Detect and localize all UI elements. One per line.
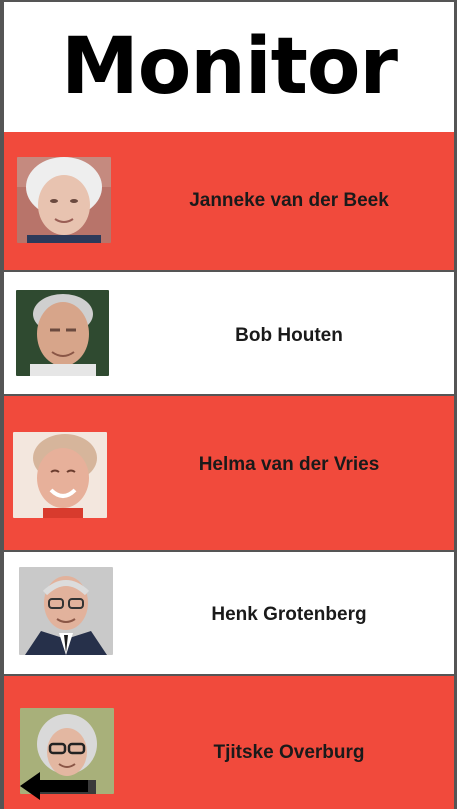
person-name: Tjitske Overburg [213,742,365,763]
monitor-screen: Monitor Janneke van der Beek Bob Houten … [0,0,457,809]
person-row-henk[interactable]: Henk Grotenberg [4,552,454,676]
person-row-janneke[interactable]: Janneke van der Beek [4,132,454,272]
person-row-bob[interactable]: Bob Houten [4,272,454,396]
person-name: Bob Houten [235,325,343,346]
header: Monitor [4,2,454,134]
avatar [16,290,109,376]
person-row-helma[interactable]: Helma van der Vries [4,396,454,552]
avatar [13,432,107,518]
person-name: Helma van der Vries [198,454,380,475]
avatar [19,567,113,655]
avatar [17,157,111,243]
page-title: Monitor [61,22,398,112]
back-arrow-icon[interactable] [18,770,90,802]
person-name: Henk Grotenberg [211,604,367,625]
person-name: Janneke van der Beek [189,190,389,211]
